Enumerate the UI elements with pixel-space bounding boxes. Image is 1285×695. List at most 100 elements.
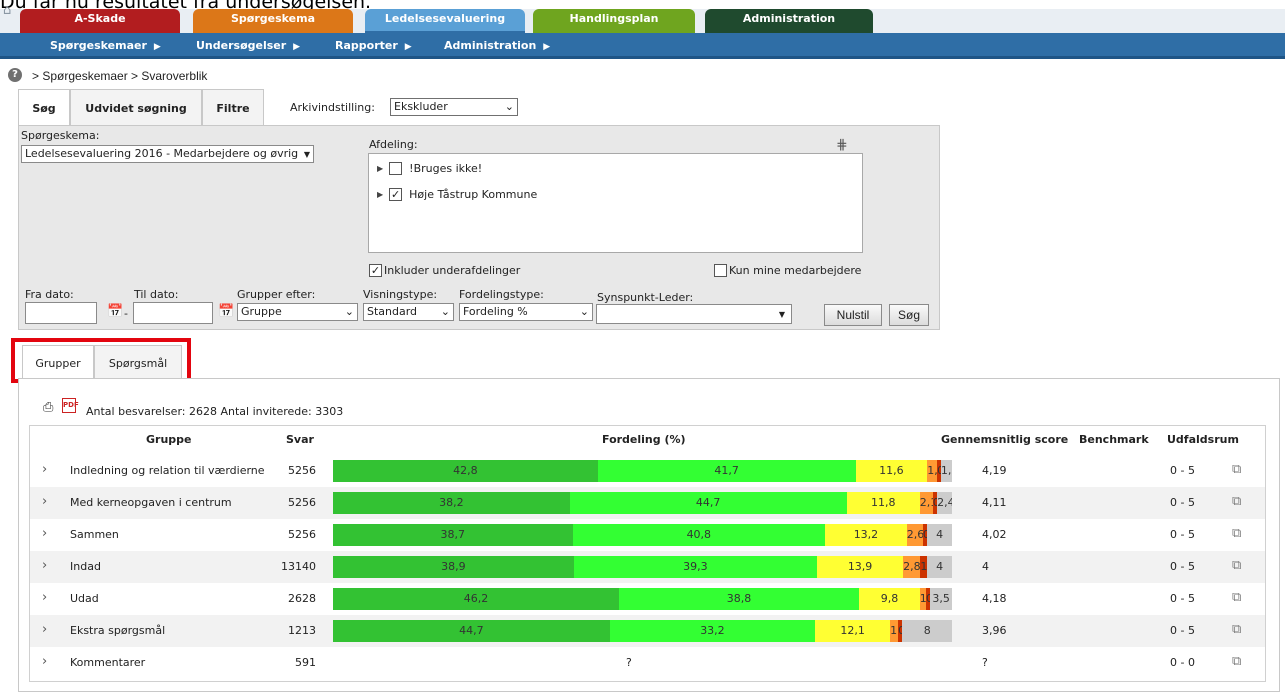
subnav-item-administration[interactable]: Administration ▶: [444, 39, 550, 52]
subnav-item-undersoegelser[interactable]: Undersøgelser ▶: [196, 39, 300, 52]
column-header-group: Gruppe: [146, 433, 192, 446]
department-checkbox[interactable]: [389, 162, 403, 175]
only-mine-label: Kun mine medarbejdere: [729, 264, 862, 277]
department-checkbox[interactable]: ✓: [389, 188, 403, 201]
tab-filtre[interactable]: Filtre: [202, 89, 264, 125]
sub-nav: Spørgeskemaer ▶ Undersøgelser ▶ Rapporter ▶…: [0, 33, 1285, 59]
copy-icon[interactable]: ⧉: [1232, 462, 1241, 477]
only-mine-checkbox[interactable]: [714, 264, 727, 277]
subnav-item-spoergeskemaer[interactable]: Spørgeskemaer ▶: [50, 39, 161, 52]
expand-chevron-icon[interactable]: ›: [42, 558, 47, 573]
chevron-down-icon: ⌄: [579, 305, 589, 318]
search-button[interactable]: Søg: [889, 304, 929, 326]
group-by-value: Gruppe: [241, 305, 282, 318]
from-date-input[interactable]: [25, 302, 97, 324]
tab-soeg[interactable]: Søg: [18, 89, 70, 125]
expand-arrow-icon[interactable]: ▶: [377, 190, 383, 199]
calendar-icon[interactable]: 📅: [218, 304, 234, 319]
table-row[interactable]: › Med kerneopgaven i centrum 5256 38,2 44,7 1…: [30, 487, 1265, 519]
to-date-label: Til dato:: [134, 288, 179, 301]
table-row[interactable]: › Kommentarer 591?? 0 - 0 ⧉: [30, 647, 1265, 679]
dist-type-value: Fordeling %: [463, 305, 528, 318]
viewpoint-select[interactable]: ▼: [596, 304, 792, 324]
from-date-label: Fra dato:: [25, 288, 74, 301]
copy-icon[interactable]: ⧉: [1232, 558, 1241, 573]
column-header-distribution: Fordeling (%): [602, 433, 686, 446]
score-range: 0 - 5: [1170, 464, 1195, 477]
app-tab-ledelsesevaluering[interactable]: Ledelsesevaluering: [365, 9, 525, 33]
distribution-segment: 33,2: [609, 620, 816, 642]
expand-arrow-icon[interactable]: ▶: [377, 164, 383, 173]
expand-chevron-icon[interactable]: ›: [42, 462, 47, 477]
include-sub-option[interactable]: ✓ Inkluder underafdelinger: [369, 264, 520, 277]
tree-item-label: !Bruges ikke!: [409, 162, 483, 175]
column-header-answers: Svar: [286, 433, 314, 446]
copy-icon[interactable]: ⧉: [1232, 654, 1241, 669]
answer-count: 591: [295, 656, 316, 669]
reset-button[interactable]: Nulstil: [824, 304, 882, 326]
group-name: Med kerneopgaven i centrum: [70, 496, 232, 509]
tab-udvidet-soegning[interactable]: Udvidet søgning: [70, 89, 202, 125]
app-tab-handlingsplan[interactable]: Handlingsplan: [533, 9, 695, 33]
distribution-segment: 41,7: [597, 460, 856, 482]
distribution-segment: 38,8: [618, 588, 860, 610]
distribution-segment: 1,8: [940, 460, 952, 482]
to-date-input[interactable]: [133, 302, 213, 324]
expand-chevron-icon[interactable]: ›: [42, 526, 47, 541]
print-icon[interactable]: ⎙: [43, 400, 53, 415]
distribution-segment: 13,9: [817, 556, 904, 578]
app-tab-a-skade[interactable]: A-Skade: [20, 9, 180, 33]
expand-chevron-icon[interactable]: ›: [42, 622, 47, 637]
group-by-select[interactable]: Gruppe ⌄: [237, 303, 358, 321]
subnav-label: Administration: [444, 39, 537, 52]
app-tab-spoergeskema[interactable]: Spørgeskema: [193, 9, 353, 33]
display-type-select[interactable]: Standard ⌄: [363, 303, 454, 321]
app-tab-administration[interactable]: Administration: [705, 9, 873, 33]
column-header-benchmark: Benchmark: [1079, 433, 1149, 446]
distribution-segment: 13,2: [825, 524, 907, 546]
distribution-segment: 2,6: [906, 524, 923, 546]
table-row[interactable]: ›Indad1314038,939,313,92,81,1440 - 5⧉: [30, 551, 1265, 583]
copy-icon[interactable]: ⧉: [1232, 590, 1241, 605]
subnav-label: Undersøgelser: [196, 39, 287, 52]
distribution-segment: 4: [927, 524, 952, 546]
calendar-icon[interactable]: 📅: [107, 304, 123, 319]
distribution-segment: 4: [927, 556, 952, 578]
distribution-segment: 40,8: [572, 524, 826, 546]
distribution-segment: 1,1: [920, 556, 928, 578]
tree-item-hoeje-taastrup[interactable]: ▶ ✓ Høje Tåstrup Kommune: [377, 188, 537, 201]
distribution-segment: 44,7: [333, 620, 610, 642]
only-mine-option[interactable]: Kun mine medarbejdere: [714, 264, 861, 277]
include-sub-checkbox[interactable]: ✓: [369, 264, 382, 277]
distribution-segment: 1,6: [927, 460, 938, 482]
expand-chevron-icon[interactable]: ›: [42, 654, 47, 669]
answer-count: 2628: [288, 592, 316, 605]
copy-icon[interactable]: ⧉: [1232, 622, 1241, 637]
expand-chevron-icon[interactable]: ›: [42, 590, 47, 605]
table-row[interactable]: › Udad 2628 46,238,89,810,73,5 4,18 0 - 5 ⧉: [30, 583, 1265, 615]
subnav-item-rapporter[interactable]: Rapporter ▶: [335, 39, 412, 52]
answer-count: 5256: [288, 528, 316, 541]
archive-setting-select[interactable]: Ekskluder ⌄: [390, 98, 518, 116]
tree-item-bruges-ikke[interactable]: ▶ !Bruges ikke!: [377, 162, 482, 175]
expand-chevron-icon[interactable]: ›: [42, 494, 47, 509]
dist-type-select[interactable]: Fordeling % ⌄: [459, 303, 593, 321]
help-icon[interactable]: ?: [8, 68, 22, 82]
questionnaire-select[interactable]: Ledelsesevaluering 2016 - Medarbejdere o…: [21, 145, 314, 163]
distribution-segment: 38,9: [333, 556, 574, 578]
collapse-icon[interactable]: ⋕: [836, 137, 848, 153]
dist-type-label: Fordelingstype:: [459, 288, 544, 301]
caret-down-icon: ▼: [300, 147, 310, 162]
copy-icon[interactable]: ⧉: [1232, 494, 1241, 509]
table-row[interactable]: ›Sammen525638,740,813,22,60,744,020 - 5⧉: [30, 519, 1265, 551]
distribution-segment: 2,4: [937, 492, 952, 514]
home-icon[interactable]: ⌂: [3, 4, 17, 18]
archive-setting-value: Ekskluder: [394, 100, 448, 113]
table-row[interactable]: › Ekstra spørgsmål 1213 44,733,212,11,30,78…: [30, 615, 1265, 647]
score-range: 0 - 5: [1170, 560, 1195, 573]
copy-icon[interactable]: ⧉: [1232, 526, 1241, 541]
score-range: 0 - 5: [1170, 592, 1195, 605]
table-row[interactable]: › Indledning og relation til værdierne 525…: [30, 455, 1265, 487]
distribution-segment: 1,3: [890, 620, 899, 642]
pdf-icon[interactable]: PDF: [62, 398, 79, 413]
